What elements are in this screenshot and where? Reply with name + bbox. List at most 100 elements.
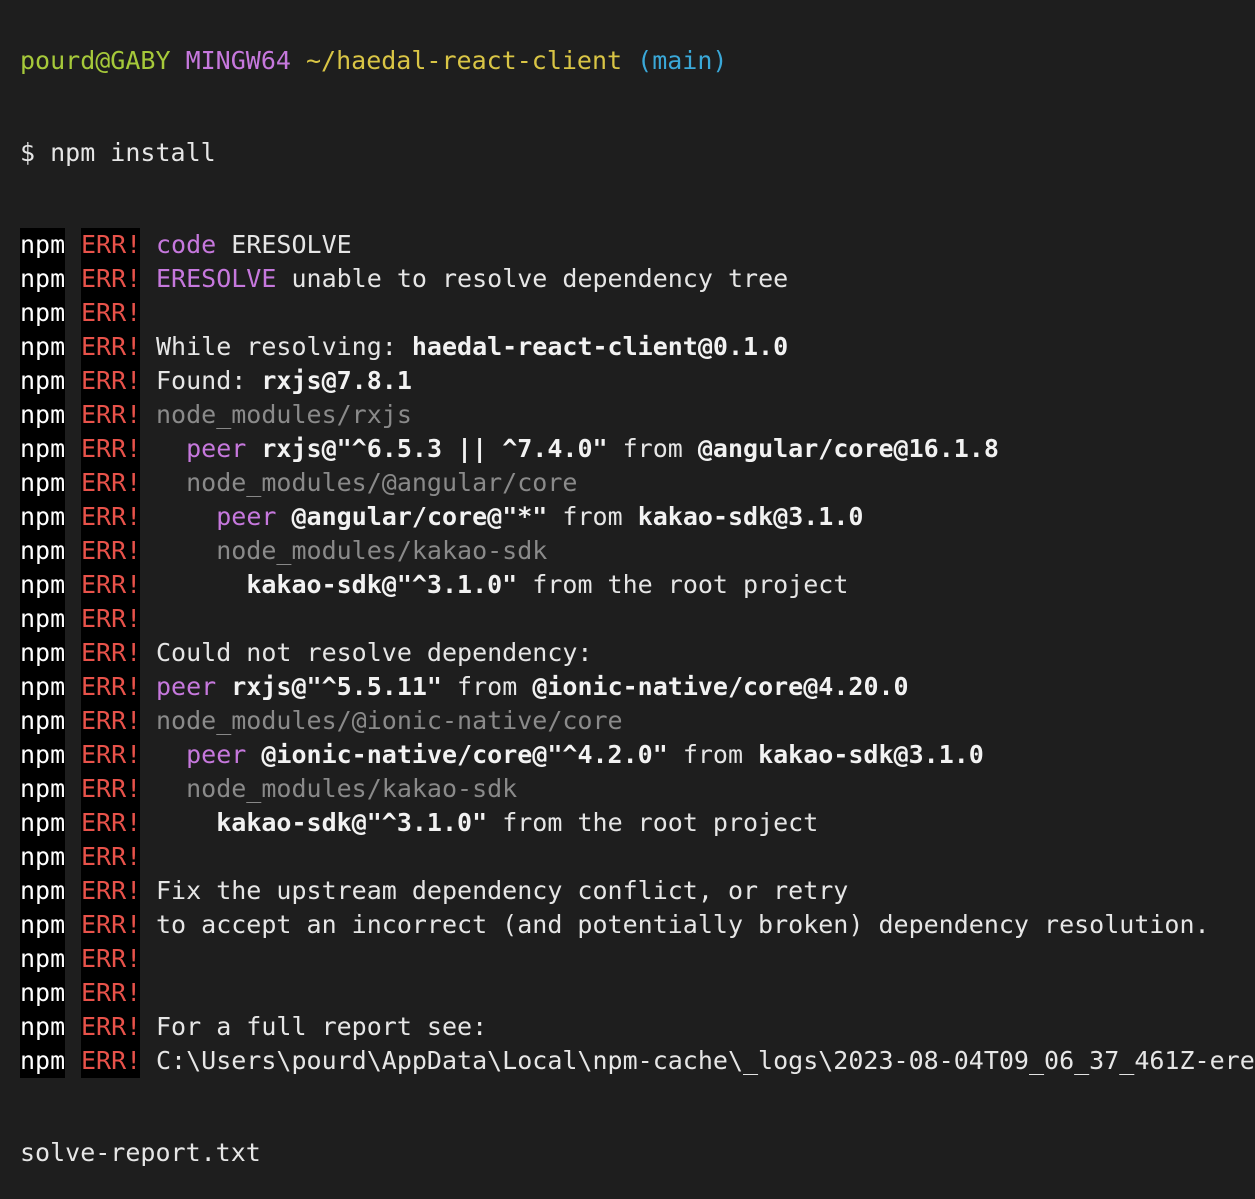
error-message: node_modules/kakao-sdk [156,772,517,806]
prompt-path: ~/haedal-react-client [306,46,623,75]
npm-label: npm [20,1044,65,1078]
err-label: ERR! [81,330,141,364]
err-label: ERR! [81,806,141,840]
npm-err-line: npm ERR! kakao-sdk@"^3.1.0" from the root… [20,568,1255,602]
error-message: peer @angular/core@"*" from kakao-sdk@3.… [156,500,863,534]
error-message: code ERESOLVE [156,228,352,262]
npm-err-line: npm ERR! [20,976,1255,1010]
err-label: ERR! [81,976,141,1010]
err-label: ERR! [81,908,141,942]
err-label: ERR! [81,262,141,296]
npm-label: npm [20,466,65,500]
message-segment: @ionic-native/core@"^4.2.0" [246,740,668,769]
npm-err-line: npm ERR! peer @ionic-native/core@"^4.2.0"… [20,738,1255,772]
err-label: ERR! [81,534,141,568]
npm-label: npm [20,364,65,398]
error-message: node_modules/rxjs [156,398,412,432]
command-line: $ npm install [20,136,1255,170]
err-label: ERR! [81,738,141,772]
err-label: ERR! [81,840,141,874]
npm-label: npm [20,228,65,262]
message-segment: from [607,434,698,463]
err-label: ERR! [81,228,141,262]
npm-err-line: npm ERR! [20,296,1255,330]
npm-label: npm [20,262,65,296]
prompt-user: pourd@GABY [20,46,171,75]
npm-err-line: npm ERR! While resolving: haedal-react-cli… [20,330,1255,364]
message-segment: rxjs@"^6.5.3 || ^7.4.0" [246,434,608,463]
npm-label: npm [20,602,65,636]
err-label: ERR! [81,602,141,636]
npm-err-line: npm ERR! node_modules/kakao-sdk [20,534,1255,568]
message-segment: For a full report see: [156,1012,488,1041]
message-segment: rxjs@7.8.1 [261,366,412,395]
message-segment: rxjs@"^5.5.11" [216,672,442,701]
npm-err-line: npm ERR! [20,840,1255,874]
wrapped-tail-line: solve-report.txt [20,1136,1255,1170]
npm-err-line: npm ERR! peer rxjs@"^5.5.11" from @ionic-n… [20,670,1255,704]
error-message: Could not resolve dependency: [156,636,593,670]
npm-err-line: npm ERR! node_modules/rxjs [20,398,1255,432]
terminal-output[interactable]: pourd@GABY MINGW64 ~/haedal-react-client… [20,0,1255,1199]
message-segment [156,808,216,837]
message-segment: peer [216,502,277,531]
message-segment: node_modules/kakao-sdk [156,774,518,803]
npm-label: npm [20,840,65,874]
npm-err-line: npm ERR! Fix the upstream dependency confl… [20,874,1255,908]
message-segment: code [156,230,217,259]
prompt-branch: (main) [637,46,728,75]
message-segment: @angular/core@"*" [276,502,548,531]
message-segment: Fix the upstream dependency conflict, or… [156,876,849,905]
npm-label: npm [20,942,65,976]
message-segment: @angular/core@16.1.8 [697,434,999,463]
err-label: ERR! [81,1010,141,1044]
message-segment: kakao-sdk@"^3.1.0" [216,808,488,837]
npm-label: npm [20,296,65,330]
message-segment: @ionic-native/core@4.20.0 [532,672,909,701]
err-label: ERR! [81,432,141,466]
npm-err-line: npm ERR! [20,602,1255,636]
err-label: ERR! [81,466,141,500]
command-text: $ npm install [20,138,216,167]
message-segment: ERESOLVE [216,230,352,259]
npm-err-line: npm ERR! For a full report see: [20,1010,1255,1044]
npm-label: npm [20,976,65,1010]
npm-label: npm [20,636,65,670]
npm-label: npm [20,772,65,806]
message-segment: unable to resolve dependency tree [276,264,789,293]
npm-label: npm [20,500,65,534]
message-segment: from [667,740,759,769]
err-label: ERR! [81,636,141,670]
message-segment: kakao-sdk@"^3.1.0" [246,570,518,599]
npm-label: npm [20,330,65,364]
message-segment: haedal-react-client@0.1.0 [411,332,789,361]
err-label: ERR! [81,772,141,806]
err-label: ERR! [81,704,141,738]
npm-err-line: npm ERR! peer rxjs@"^6.5.3 || ^7.4.0" fro… [20,432,1255,466]
message-segment: to accept an incorrect (and potentially … [156,910,1210,939]
npm-err-line: npm ERR! ERESOLVE unable to resolve depend… [20,262,1255,296]
err-label: ERR! [81,296,141,330]
err-label: ERR! [81,568,141,602]
npm-label: npm [20,568,65,602]
message-segment: While resolving: [156,332,412,361]
npm-label: npm [20,1010,65,1044]
error-message: peer rxjs@"^6.5.3 || ^7.4.0" from @angul… [156,432,999,466]
message-segment: Found: [156,366,262,395]
error-message: C:\Users\pourd\AppData\Local\npm-cache\_… [156,1044,1255,1078]
npm-err-line: npm ERR! kakao-sdk@"^3.1.0" from the root… [20,806,1255,840]
message-segment: kakao-sdk@3.1.0 [758,740,984,769]
message-segment: C:\Users\pourd\AppData\Local\npm-cache\_… [156,1046,1255,1075]
prompt-shell: MINGW64 [185,46,291,75]
error-message: Found: rxjs@7.8.1 [156,364,412,398]
npm-err-line: npm ERR! code ERESOLVE [20,228,1255,262]
npm-error-log: npm ERR! code ERESOLVE npm ERR! ERESOLVE unab… [20,228,1255,1078]
npm-label: npm [20,874,65,908]
npm-err-line: npm ERR! Could not resolve dependency: [20,636,1255,670]
npm-err-line: npm ERR! peer @angular/core@"*" from kaka… [20,500,1255,534]
message-segment: from the root project [517,570,849,599]
error-message: node_modules/@angular/core [156,466,577,500]
err-label: ERR! [81,398,141,432]
message-segment: Could not resolve dependency: [156,638,593,667]
npm-err-line: npm ERR! C:\Users\pourd\AppData\Local\npm-… [20,1044,1255,1078]
